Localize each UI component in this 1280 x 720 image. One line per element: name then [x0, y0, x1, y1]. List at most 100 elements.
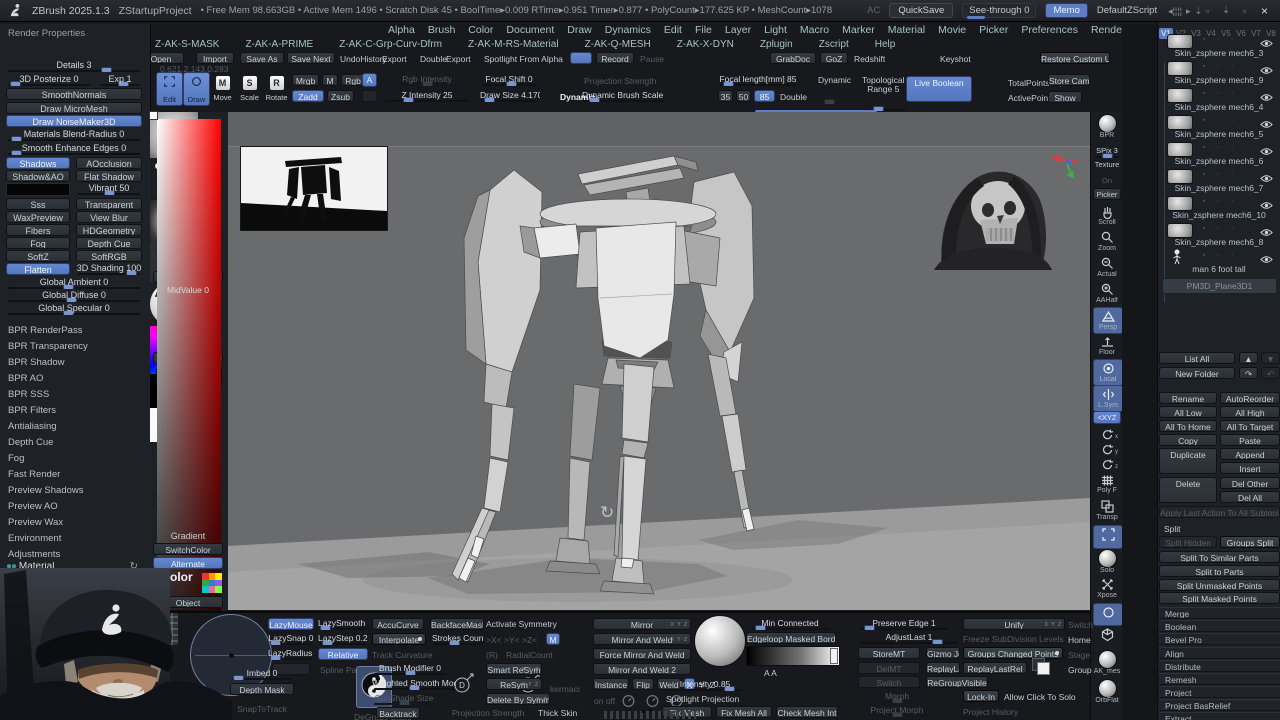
section-boolean[interactable]: Boolean	[1159, 620, 1280, 632]
xyz-toggles[interactable]: X Y Z	[1045, 620, 1062, 629]
close-icon[interactable]: ×	[1257, 4, 1272, 18]
strip-actual-icon[interactable]: Actual	[1093, 255, 1121, 280]
button-delete-by-symmetry[interactable]: Delete By SymmetryX Y Z	[486, 693, 550, 705]
button-a[interactable]: A	[362, 73, 377, 87]
button-apply-last-action-to-all-subtools[interactable]: Apply Last Action To All Subtools	[1159, 506, 1280, 518]
button-mirror-and-weld-2[interactable]: Mirror And Weld 2	[593, 663, 691, 675]
menu-preferences[interactable]: Preferences	[1021, 24, 1078, 36]
menu-light[interactable]: Light	[764, 24, 787, 36]
palette-section-antialiasing[interactable]: Antialiasing	[8, 422, 144, 435]
button-check-mesh-int[interactable]: Check Mesh Int	[776, 706, 838, 718]
button-replaylast[interactable]: ReplayLast	[926, 662, 960, 674]
button-live-boolean[interactable]: Live Boolean	[906, 76, 972, 102]
button-backfacemask[interactable]: BackfaceMask	[430, 618, 484, 630]
button-mrgb[interactable]: Mrgb	[292, 74, 319, 86]
button-item[interactable]	[362, 90, 377, 102]
xyz-toggles[interactable]: X Y Z	[671, 620, 688, 629]
button-transparent[interactable]: Transparent	[76, 198, 142, 210]
button-35[interactable]: 35	[718, 90, 733, 102]
button-save-as[interactable]: Save As	[240, 52, 284, 64]
xyz-toggles[interactable]: X Y Z	[522, 665, 539, 674]
button-backtrack[interactable]: Backtrack	[376, 707, 420, 719]
palette-section-bpr-transparency[interactable]: BPR Transparency	[8, 342, 144, 355]
button-autoreorder[interactable]: AutoReorder	[1220, 392, 1280, 404]
strip-persp-icon[interactable]: Persp	[1093, 307, 1123, 334]
button-duplicate[interactable]: Duplicate	[1159, 448, 1217, 474]
slider-global-ambient-0[interactable]: Global Ambient 0	[6, 277, 142, 289]
button-lock-in[interactable]: Lock-In	[963, 690, 999, 702]
memo-button[interactable]: Memo	[1045, 3, 1088, 18]
menu-z-ak-q-mesh[interactable]: Z-AK-Q-MESH	[585, 39, 651, 50]
palette-section-bpr-ao[interactable]: BPR AO	[8, 374, 144, 387]
section-remesh[interactable]: Remesh	[1159, 673, 1280, 685]
titlebar-icon[interactable]: ◂¦¦¦¦	[1166, 6, 1184, 16]
slider-focal-length-mm-85[interactable]: Focal length[mm] 85	[718, 74, 798, 86]
subtool-row-skin-zsphere-mech6-6[interactable]: ▪ ◦ ◦ Skin_zsphere mech6_6	[1159, 141, 1279, 167]
slider-weighted-smooth-mode-0[interactable]: Weighted Smooth Mode 0	[372, 678, 456, 690]
subtool-row-skin-zsphere-mech6-10[interactable]: ▪ ◦ ◦ Skin_zsphere mech6_10	[1159, 195, 1279, 221]
menu-z-ak-a-prime[interactable]: Z-AK-A-PRIME	[245, 39, 313, 50]
button-list-all[interactable]: List All	[1159, 352, 1235, 364]
section-bevel-pro[interactable]: Bevel Pro	[1159, 633, 1280, 645]
slider-3d-posterize-0[interactable]: 3D Posterize 0	[6, 74, 92, 86]
strip-transp-icon[interactable]: Transp	[1093, 498, 1121, 524]
strip-zoom-icon[interactable]: Zoom	[1093, 229, 1121, 254]
tool-edit[interactable]: Edit	[156, 72, 183, 106]
axis-gizmo[interactable]	[1040, 147, 1082, 183]
button-waxpreview[interactable]: WaxPreview	[6, 211, 70, 223]
slider-global-specular-0[interactable]: Global Specular 0	[6, 303, 142, 315]
button-lazymouse[interactable]: LazyMouse	[268, 618, 314, 630]
menu-zscript[interactable]: Zscript	[819, 39, 849, 50]
button-shadow-ao[interactable]: Shadow&AO	[6, 170, 70, 182]
palette-section-depth-cue[interactable]: Depth Cue	[8, 438, 144, 451]
menu-alpha[interactable]: Alpha	[388, 24, 415, 36]
menu-z-ak-m-rs-material[interactable]: Z-AK-M-RS-Material	[468, 39, 559, 50]
slider-item[interactable]	[818, 92, 848, 104]
subtool-row-skin-zsphere-mech6-3[interactable]: ▪ ◦ ◦ Skin_zsphere mech6_3	[1159, 33, 1279, 59]
button-instance[interactable]: Instance	[593, 678, 629, 690]
button-mirror-and-weld[interactable]: Mirror And Weld X Y Z	[593, 633, 691, 645]
button-zsub[interactable]: Zsub	[327, 90, 354, 102]
button-all-to-target[interactable]: All To Target	[1220, 420, 1280, 432]
strip-ak-mes[interactable]: AK_mes	[1093, 650, 1121, 677]
button-all-high[interactable]: All High	[1220, 406, 1280, 418]
button-mirror[interactable]: Mirror X Y Z	[593, 618, 691, 630]
palette-section-preview-shadows[interactable]: Preview Shadows	[8, 486, 144, 499]
slider-vibrant-50[interactable]: Vibrant 50	[76, 183, 142, 195]
slider-lazysnap-0[interactable]: LazySnap 0	[268, 633, 314, 645]
button-split-to-similar-parts[interactable]: Split To Similar Parts	[1159, 551, 1280, 563]
strip-scroll-icon[interactable]: Scroll	[1093, 203, 1121, 228]
button-50[interactable]: 50	[736, 90, 751, 102]
button-new-folder[interactable]: New Folder	[1159, 367, 1235, 379]
subtool-row-skin-zsphere-mech6-5[interactable]: ▪ ◦ ◦ Skin_zsphere mech6_5	[1159, 114, 1279, 140]
button-all-low[interactable]: All Low	[1159, 406, 1217, 418]
button-aocclusion[interactable]: AOcclusion	[76, 157, 142, 169]
button-interpolate[interactable]: Interpolate	[372, 633, 426, 645]
restore-icon[interactable]: ▫	[1241, 6, 1248, 16]
slider-exp-1[interactable]: Exp 1	[98, 74, 142, 86]
button-groups-split[interactable]: Groups Split	[1220, 536, 1280, 548]
menu-draw[interactable]: Draw	[567, 24, 592, 36]
slider-z-intensity-25[interactable]: Z Intensity 25	[383, 90, 471, 102]
button-store-cam[interactable]: Store Cam	[1048, 74, 1090, 86]
button-show[interactable]: Show	[1048, 91, 1082, 103]
palette-section-bpr-renderpass[interactable]: BPR RenderPass	[8, 326, 144, 339]
button-rename[interactable]: Rename	[1159, 392, 1217, 404]
tool-draw[interactable]: Draw	[183, 72, 210, 106]
palette-section-fog[interactable]: Fog	[8, 454, 144, 467]
subtool-row-skin-zsphere-mech6-8[interactable]: ▪ ◦ ◦ Skin_zsphere mech6_8	[1159, 222, 1279, 248]
slider-lazysmooth-0[interactable]: LazySmooth 0	[318, 618, 368, 630]
menu-material[interactable]: Material	[888, 24, 925, 36]
strip-rotx-icon[interactable]: x	[1093, 426, 1121, 440]
quicksave-button[interactable]: QuickSave	[889, 3, 954, 18]
menu-help[interactable]: Help	[875, 39, 896, 50]
button-depth-cue[interactable]: Depth Cue	[76, 237, 142, 249]
menu-picker[interactable]: Picker	[979, 24, 1008, 36]
titlebar-icon[interactable]: ⇣	[1192, 6, 1204, 16]
replay-checkbox-icon[interactable]	[1032, 658, 1050, 675]
button-accucurve[interactable]: AccuCurve	[372, 618, 424, 630]
section-project-basrelief[interactable]: Project BasRelief	[1159, 699, 1280, 711]
section-distribute[interactable]: Distribute	[1159, 660, 1280, 672]
strip-rotz-icon[interactable]: z	[1093, 456, 1121, 470]
slider-min-connected[interactable]: Min Connected	[748, 618, 832, 630]
